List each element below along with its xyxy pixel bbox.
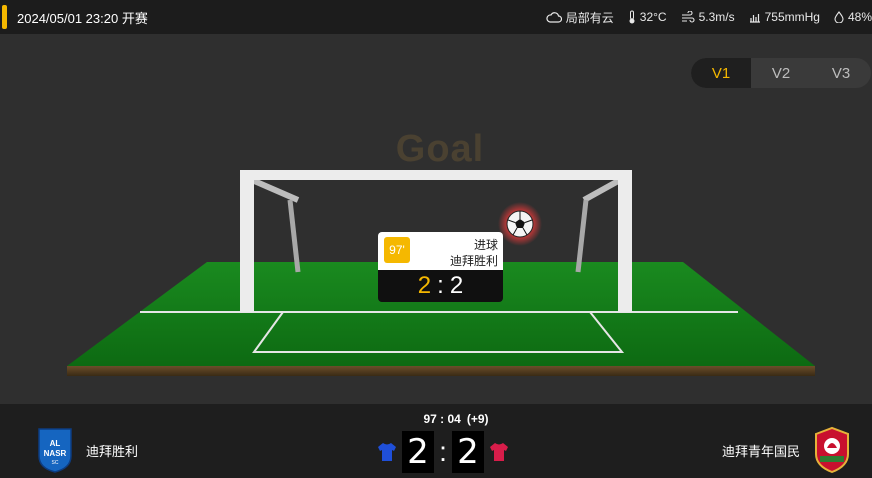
event-card: 97' 进球 迪拜胜利 2 : 2 <box>378 232 503 302</box>
goal-crossbar <box>240 170 632 180</box>
pitch-soil-edge <box>67 366 815 376</box>
goal-support-left <box>250 177 300 203</box>
match-clock: 97 : 04 (+9) <box>386 412 526 426</box>
scoreboard: 97 : 04 (+9) AL NASR SC 迪拜胜利 2 : 2 迪拜青年国民 <box>0 404 872 478</box>
away-score: 2 <box>452 431 484 473</box>
goal-back-left <box>287 199 301 273</box>
score-separator: : <box>439 436 447 467</box>
svg-text:NASR: NASR <box>44 449 67 458</box>
soccer-ball-icon <box>506 210 534 238</box>
home-score: 2 <box>402 431 434 473</box>
away-team[interactable]: 迪拜青年国民 <box>722 426 852 474</box>
home-team-name: 迪拜胜利 <box>86 443 139 459</box>
home-jersey-icon <box>378 443 396 461</box>
event-card-header: 97' 进球 迪拜胜利 <box>378 232 503 270</box>
svg-text:SC: SC <box>52 460 59 466</box>
event-score: 2 : 2 <box>378 270 503 302</box>
goal-post-left <box>240 170 254 312</box>
svg-text:AL: AL <box>50 439 61 448</box>
goal-back-right <box>575 199 589 273</box>
away-jersey-icon <box>490 443 508 461</box>
added-time: (+9) <box>466 412 489 426</box>
event-title: Goal <box>395 128 485 170</box>
match-clock-time: 97 : 04 <box>423 412 461 426</box>
event-team: 迪拜胜利 <box>449 254 498 268</box>
goal-support-right <box>582 177 622 203</box>
event-score-separator: : <box>437 272 444 299</box>
al-nasr-logo: AL NASR SC <box>38 428 72 473</box>
home-team[interactable]: AL NASR SC 迪拜胜利 <box>36 426 138 474</box>
pitch-illustration <box>67 170 815 376</box>
event-score-home: 2 <box>417 272 432 299</box>
shabab-al-ahli-logo <box>815 426 849 474</box>
match-tracker: 2024/05/01 23:20 开赛 局部有云 32°C 5.3m/s 755… <box>0 0 872 478</box>
event-minute-badge: 97' <box>384 237 410 263</box>
goal-post-right <box>618 170 632 312</box>
main-score: 2 : 2 <box>372 430 514 474</box>
away-team-name: 迪拜青年国民 <box>721 443 800 459</box>
event-type: 进球 <box>473 238 498 252</box>
event-score-away: 2 <box>449 272 464 299</box>
